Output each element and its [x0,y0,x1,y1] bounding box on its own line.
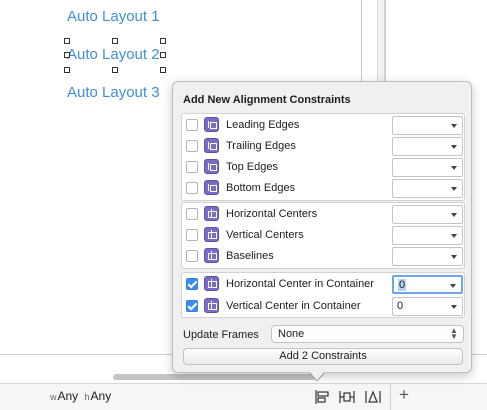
chevron-down-icon[interactable] [451,234,457,238]
constraint-row-bottom-edges: Bottom Edges [182,178,464,199]
chevron-down-icon[interactable] [451,124,457,128]
bottom-edges-checkbox[interactable] [186,182,198,194]
align-icon[interactable] [313,389,331,405]
chevron-down-icon[interactable] [451,187,457,191]
horizontal-centers-checkbox[interactable] [186,208,198,220]
chevron-down-icon[interactable] [451,166,457,170]
add-icon[interactable]: + [399,385,409,405]
vertical-centers-checkbox[interactable] [186,229,198,241]
resize-handle[interactable] [160,67,166,73]
constraint-row-top-edges: Top Edges [182,157,464,178]
constraint-row-vertical-centers: Vertical Centers [182,225,464,246]
top-edges-icon [204,159,219,174]
bottom-edges-icon [204,180,219,195]
chevron-down-icon[interactable] [450,284,456,288]
trailing-edges-value-field[interactable] [392,137,463,156]
auto-layout-3-button[interactable]: Auto Layout 3 [67,84,160,101]
vertical-centers-label: Vertical Centers [226,229,304,241]
constraint-row-baselines: Baselines [182,246,464,267]
vertical-center-in-container-icon [204,298,219,313]
toolbar-divider [390,384,391,410]
constraint-row-horizontal-center-in-container: Horizontal Center in Container 0 [182,274,464,295]
constraint-row-leading-edges: Leading Edges [182,115,464,136]
field-value: 0 [397,300,404,312]
up-down-arrows-icon: ▲ ▼ [450,326,458,341]
horizontal-scrollbar[interactable] [113,374,318,380]
horizontal-center-in-container-label: Horizontal Center in Container [226,278,374,290]
width-prefix: w [50,392,57,402]
constraint-row-horizontal-centers: Horizontal Centers [182,204,464,225]
container-group: Horizontal Center in Container 0 Vertica… [181,272,465,318]
height-prefix: h [84,392,90,402]
horizontal-centers-label: Horizontal Centers [226,208,318,220]
update-frames-value: None [278,328,305,340]
vertical-center-in-container-value-field[interactable]: 0 [392,297,463,316]
top-edges-checkbox[interactable] [186,161,198,173]
resolve-issues-icon[interactable] [364,389,382,405]
auto-layout-1-button[interactable]: Auto Layout 1 [67,8,160,25]
horizontal-center-in-container-checkbox[interactable] [186,278,198,290]
width-value: Any [57,389,79,403]
resize-handle[interactable] [160,38,166,44]
leading-edges-checkbox[interactable] [186,119,198,131]
height-value: Any [90,389,112,403]
update-frames-label: Update Frames [183,329,259,341]
baselines-checkbox[interactable] [186,250,198,262]
resize-handle[interactable] [64,67,70,73]
add-alignment-constraints-popover: Add New Alignment Constraints Leading Ed… [172,81,472,373]
bottom-edges-label: Bottom Edges [226,182,296,194]
resize-handle[interactable] [112,38,118,44]
size-class-control[interactable]: wAny hAny [50,389,111,403]
pin-icon[interactable] [338,389,356,405]
resize-handle[interactable] [112,67,118,73]
centers-group: Horizontal Centers Vertical Centers Base… [181,202,465,269]
leading-edges-icon [204,117,219,132]
baselines-label: Baselines [226,250,274,262]
constraint-row-trailing-edges: Trailing Edges [182,136,464,157]
popover-title: Add New Alignment Constraints [183,94,351,106]
trailing-edges-icon [204,138,219,153]
vertical-center-in-container-label: Vertical Center in Container [226,300,361,312]
top-edges-label: Top Edges [226,161,278,173]
vertical-centers-icon [204,227,219,242]
edges-group: Leading Edges Trailing Edges Top Edges B… [181,113,465,201]
constraint-row-vertical-center-in-container: Vertical Center in Container 0 [182,296,464,317]
vertical-scrollbar[interactable] [377,0,385,84]
scene-divider [361,0,362,84]
horizontal-center-in-container-value-field[interactable]: 0 [392,275,463,294]
resize-handle[interactable] [160,52,166,58]
add-constraints-button[interactable]: Add 2 Constraints [183,348,463,365]
chevron-down-icon[interactable] [451,305,457,309]
resize-handle[interactable] [64,52,70,58]
bottom-toolbar: wAny hAny + [0,383,487,410]
baselines-icon [204,248,219,263]
field-value: 0 [398,279,407,291]
trailing-edges-label: Trailing Edges [226,140,296,152]
chevron-down-icon[interactable] [451,255,457,259]
bottom-edges-value-field[interactable] [392,179,463,198]
selection-frame[interactable] [64,38,166,73]
vertical-centers-value-field[interactable] [392,226,463,245]
horizontal-centers-value-field[interactable] [392,205,463,224]
scene-divider-right [385,0,386,84]
resize-handle[interactable] [64,38,70,44]
leading-edges-value-field[interactable] [392,116,463,135]
chevron-down-icon[interactable] [451,213,457,217]
baselines-value-field[interactable] [392,247,463,266]
trailing-edges-checkbox[interactable] [186,140,198,152]
horizontal-center-in-container-icon [204,276,219,291]
horizontal-centers-icon [204,206,219,221]
update-frames-select[interactable]: None ▲ ▼ [271,325,464,343]
vertical-center-in-container-checkbox[interactable] [186,300,198,312]
leading-edges-label: Leading Edges [226,119,300,131]
top-edges-value-field[interactable] [392,158,463,177]
chevron-down-icon[interactable] [451,145,457,149]
popover-arrow [309,371,325,380]
